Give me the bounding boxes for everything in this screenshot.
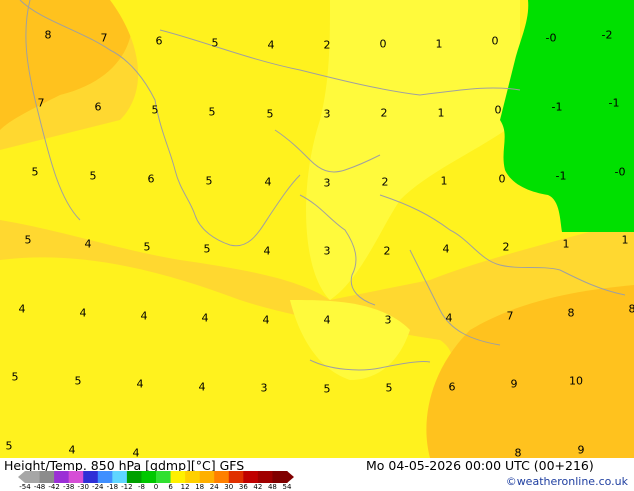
temperature-value: 3 — [261, 382, 268, 395]
temperature-value: 2 — [382, 176, 389, 189]
temperature-value: -1 — [556, 170, 567, 183]
temperature-value: 4 — [69, 444, 76, 457]
temperature-value: 3 — [324, 177, 331, 190]
colorbar-cell — [98, 471, 113, 483]
temperature-value: 5 — [32, 166, 39, 179]
temperature-value: 2 — [384, 245, 391, 258]
colorbar-cell — [185, 471, 200, 483]
colorbar-cell — [69, 471, 84, 483]
temperature-value: 7 — [507, 310, 514, 323]
temperature-value: 4 — [137, 378, 144, 391]
footer: Height/Temp. 850 hPa [gdmp][°C] GFS Mo 0… — [0, 458, 634, 490]
colorbar-cell — [112, 471, 127, 483]
temperature-value: -1 — [609, 97, 620, 110]
temperature-value: 1 — [441, 175, 448, 188]
temperature-value: 4 — [446, 312, 453, 325]
temperature-value: 4 — [19, 303, 26, 316]
temperature-value: 4 — [268, 39, 275, 52]
colorbar-cell — [214, 471, 229, 483]
temperature-value: -0 — [615, 166, 626, 179]
temperature-value: 0 — [495, 104, 502, 117]
colorbar-arrow-right — [287, 471, 294, 483]
temperature-value: 9 — [511, 378, 518, 391]
temperature-value: 1 — [622, 234, 629, 247]
colorbar-cell — [156, 471, 171, 483]
temperature-value: 5 — [144, 241, 151, 254]
temperature-value: 3 — [324, 245, 331, 258]
colorbar-cell — [141, 471, 156, 483]
colorbar-cell — [171, 471, 186, 483]
temperature-value: 1 — [436, 38, 443, 51]
map-date: Mo 04-05-2026 00:00 UTC (00+216) — [366, 458, 594, 473]
temperature-value: 4 — [80, 307, 87, 320]
temperature-value: 1 — [563, 238, 570, 251]
temperature-value: -1 — [552, 101, 563, 114]
temperature-value: 2 — [324, 39, 331, 52]
temperature-value: 6 — [156, 35, 163, 48]
colorbar-cell — [243, 471, 258, 483]
colorbar — [18, 471, 294, 483]
colorbar-cells — [18, 471, 294, 483]
temperature-value: 5 — [152, 104, 159, 117]
temperature-value: 5 — [386, 382, 393, 395]
colorbar-cell — [25, 471, 40, 483]
temperature-value: 0 — [492, 35, 499, 48]
temperature-value: 4 — [324, 314, 331, 327]
temperature-value: 1 — [438, 107, 445, 120]
temperature-value: 0 — [499, 173, 506, 186]
temperature-value: 2 — [381, 107, 388, 120]
temperature-value: 4 — [199, 381, 206, 394]
temperature-value: 5 — [212, 37, 219, 50]
temperature-value: 9 — [578, 444, 585, 457]
colorbar-cell — [200, 471, 215, 483]
temperature-value: 4 — [264, 245, 271, 258]
temperature-value: 6 — [449, 381, 456, 394]
temperature-value: 4 — [202, 312, 209, 325]
colorbar-arrow-left — [18, 471, 25, 483]
temperature-value: -0 — [546, 32, 557, 45]
temperature-value: 3 — [385, 314, 392, 327]
temperature-value: 4 — [263, 314, 270, 327]
colorbar-cell — [83, 471, 98, 483]
credit: ©weatheronline.co.uk — [506, 475, 628, 488]
temperature-value: 2 — [503, 241, 510, 254]
temperature-value: 8 — [568, 307, 575, 320]
colorbar-cell — [229, 471, 244, 483]
colorbar-cell — [127, 471, 142, 483]
temperature-value: 5 — [204, 243, 211, 256]
temperature-value: 4 — [85, 238, 92, 251]
temperature-map — [0, 0, 634, 458]
temperature-value: 4 — [141, 310, 148, 323]
temperature-value: 5 — [12, 371, 19, 384]
temperature-value: 4 — [265, 176, 272, 189]
temperature-value: 5 — [25, 234, 32, 247]
temperature-value: 0 — [380, 38, 387, 51]
temperature-value: 5 — [206, 175, 213, 188]
colorbar-cell — [258, 471, 273, 483]
colorbar-cell — [272, 471, 287, 483]
temperature-value: 5 — [267, 108, 274, 121]
temperature-value: 5 — [6, 440, 13, 453]
temperature-value: 5 — [324, 383, 331, 396]
temperature-value: 7 — [38, 97, 45, 110]
temperature-value: 6 — [95, 101, 102, 114]
colorbar-cell — [40, 471, 55, 483]
temperature-value: 7 — [101, 32, 108, 45]
temperature-value: 8 — [629, 303, 634, 316]
temperature-value: -2 — [602, 29, 613, 42]
colorbar-cell — [54, 471, 69, 483]
temperature-value: 5 — [209, 106, 216, 119]
temperature-value: 8 — [45, 29, 52, 42]
temperature-value: 3 — [324, 108, 331, 121]
temperature-value: 10 — [569, 375, 583, 388]
temperature-value: 4 — [443, 243, 450, 256]
temperature-value: 5 — [90, 170, 97, 183]
temperature-value: 6 — [148, 173, 155, 186]
temperature-value: 5 — [75, 375, 82, 388]
